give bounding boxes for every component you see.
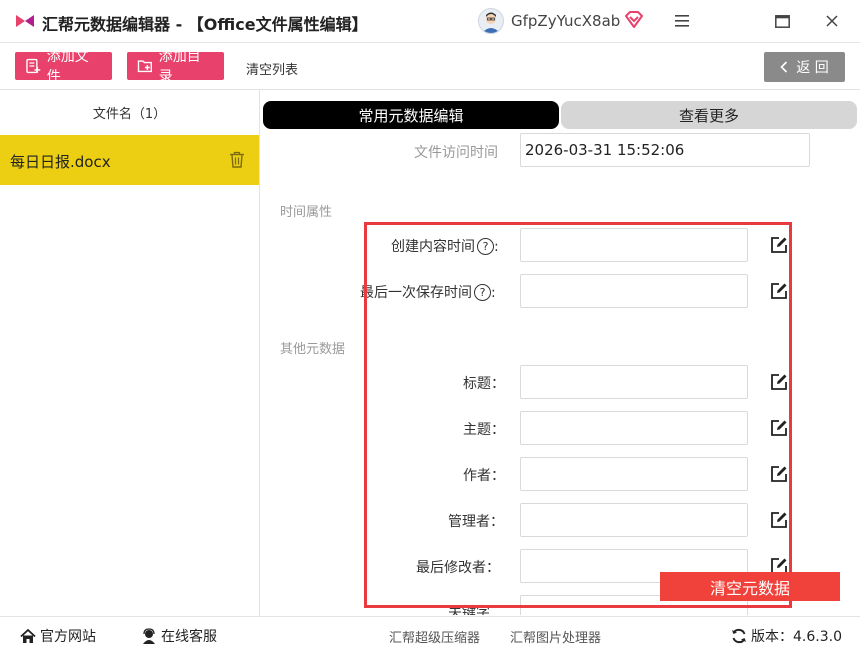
save-time-label: 最后一次保存时间: [360, 285, 472, 301]
add-file-button[interactable]: 添加文件: [15, 49, 112, 85]
edit-icon[interactable]: [770, 465, 788, 483]
version-label: 版本：4.6.3.0: [751, 629, 842, 645]
clear-metadata-button[interactable]: 清空元数据: [660, 572, 840, 601]
edit-icon[interactable]: [770, 282, 788, 300]
last-save-time-field[interactable]: [520, 274, 748, 308]
help-icon[interactable]: ?: [477, 238, 494, 255]
clear-list-button[interactable]: 清空列表: [246, 59, 298, 78]
label-colon: :: [494, 239, 499, 255]
edit-icon[interactable]: [770, 419, 788, 437]
add-folder-icon: [137, 60, 152, 73]
time-section-heading: 时间属性: [280, 205, 333, 220]
refresh-icon: [732, 628, 746, 644]
back-button[interactable]: 返 回: [764, 52, 845, 82]
edit-icon[interactable]: [770, 373, 788, 391]
other-section-heading: 其他元数据: [280, 342, 346, 357]
help-icon[interactable]: ?: [474, 284, 491, 301]
label-colon: :: [491, 285, 496, 301]
keywords-label: 关键字: [448, 605, 490, 615]
file-list-item[interactable]: 每日日报.docx: [0, 135, 259, 185]
author-label: 作者：: [463, 468, 505, 484]
last-modifier-label: 最后修改者：: [416, 560, 500, 576]
create-time-field[interactable]: [520, 228, 748, 262]
save-time-label-row: 最后一次保存时间?:: [360, 282, 496, 302]
create-time-label-row: 创建内容时间?:: [391, 236, 499, 256]
compressor-link[interactable]: 汇帮超级压缩器: [389, 627, 480, 646]
menu-button[interactable]: [671, 10, 693, 32]
add-directory-button[interactable]: 添加目录: [127, 49, 224, 85]
file-name-column-header: 文件名（1）: [92, 106, 167, 122]
edit-icon[interactable]: [770, 236, 788, 254]
subject-label: 主题：: [463, 422, 505, 438]
back-label: 返 回: [796, 60, 829, 76]
title-bar: 汇帮元数据编辑器 - 【Office文件属性编辑】 GfpZyYucX8ab: [0, 0, 860, 43]
file-list-panel: 文件名（1） 每日日报.docx: [0, 90, 260, 616]
official-website-link[interactable]: 官方网站: [20, 626, 96, 646]
edit-icon[interactable]: [770, 511, 788, 529]
add-file-label: 添加文件: [46, 49, 89, 85]
vip-diamond-icon[interactable]: [624, 11, 644, 29]
create-time-label: 创建内容时间: [391, 239, 475, 255]
support-agent-icon: [143, 628, 155, 644]
toolbar: 添加文件 添加目录 清空列表 返 回: [0, 43, 860, 90]
online-support-label: 在线客服: [161, 629, 217, 645]
app-title: 汇帮元数据编辑器 - 【Office文件属性编辑】: [42, 15, 368, 34]
title-field[interactable]: [520, 365, 748, 399]
close-icon: [826, 15, 838, 27]
access-time-field[interactable]: 2026-03-31 15:52:06: [520, 133, 810, 167]
file-name: 每日日报.docx: [10, 153, 111, 171]
online-support-link[interactable]: 在线客服: [141, 626, 217, 646]
menu-icon: [675, 15, 689, 27]
trash-icon[interactable]: [229, 151, 245, 168]
username[interactable]: GfpZyYucX8ab: [511, 12, 620, 30]
tab-view-more[interactable]: 查看更多: [561, 101, 857, 129]
maximize-icon: [774, 14, 790, 28]
access-time-label: 文件访问时间: [414, 145, 498, 161]
subject-field[interactable]: [520, 411, 748, 445]
status-bar: 官方网站 在线客服 汇帮超级压缩器 汇帮图片处理器 版本：4.6.3.0: [0, 616, 860, 651]
close-button[interactable]: [821, 10, 843, 32]
manager-label: 管理者：: [448, 514, 504, 530]
user-avatar-icon: [482, 12, 500, 33]
avatar[interactable]: [478, 8, 504, 34]
add-directory-label: 添加目录: [158, 49, 201, 85]
image-tool-link[interactable]: 汇帮图片处理器: [510, 627, 601, 646]
add-file-icon: [26, 58, 41, 74]
title-label: 标题：: [463, 376, 505, 392]
official-website-label: 官方网站: [40, 629, 96, 645]
tab-common-metadata[interactable]: 常用元数据编辑: [263, 101, 559, 129]
chevron-left-icon: [780, 61, 788, 73]
app-logo-icon: [14, 11, 36, 31]
home-icon: [20, 628, 36, 643]
author-field[interactable]: [520, 457, 748, 491]
version-info[interactable]: 版本：4.6.3.0: [731, 626, 842, 646]
manager-field[interactable]: [520, 503, 748, 537]
maximize-button[interactable]: [771, 10, 793, 32]
